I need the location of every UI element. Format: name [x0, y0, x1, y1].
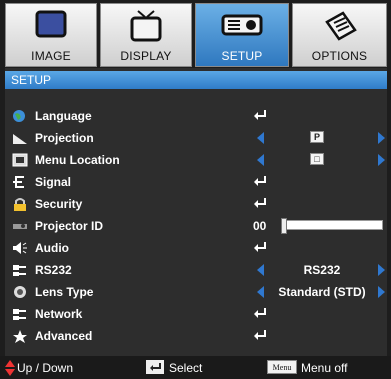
status-up-down: Up / Down — [17, 361, 74, 375]
rs232-value: RS232 — [303, 263, 341, 277]
projection-mode-icon: P — [310, 131, 324, 143]
menu-item-label: Projector ID — [35, 219, 104, 233]
menu-location-value-icon: □ — [310, 153, 324, 165]
enter-icon — [254, 198, 266, 208]
tab-label: SETUP — [221, 49, 263, 63]
tab-bar: IMAGE DISPLAY SETUP OPTIONS — [5, 3, 387, 67]
enter-icon — [254, 110, 266, 120]
menu-item-advanced[interactable]: Advanced — [5, 325, 387, 347]
tab-display[interactable]: DISPLAY — [100, 3, 192, 67]
enter-key-icon — [146, 360, 164, 374]
lock-icon — [14, 198, 26, 211]
menu-item-projection[interactable]: Projection P — [5, 127, 387, 149]
panel-title: SETUP — [5, 71, 387, 89]
arrow-right-icon[interactable] — [378, 286, 385, 298]
menu-location-icon — [12, 153, 28, 167]
menu-item-projector-id[interactable]: Projector ID 00 — [5, 215, 387, 237]
tab-setup[interactable]: SETUP — [195, 3, 289, 67]
arrow-left-icon[interactable] — [257, 132, 264, 144]
signal-icon — [13, 176, 24, 188]
arrow-left-icon[interactable] — [257, 264, 264, 276]
menu-item-menu-location[interactable]: Menu Location □ — [5, 149, 387, 171]
menu-item-network[interactable]: Network — [5, 303, 387, 325]
status-select: Select — [169, 361, 203, 375]
slider-knob[interactable] — [281, 218, 287, 234]
projector-icon — [221, 14, 263, 36]
arrow-left-icon[interactable] — [257, 286, 264, 298]
arrow-right-icon[interactable] — [378, 264, 385, 276]
star-icon — [13, 330, 27, 343]
enter-icon — [254, 176, 266, 186]
projector-id-icon — [13, 224, 27, 229]
lens-type-value: Standard (STD) — [278, 285, 366, 299]
tab-options[interactable]: OPTIONS — [292, 3, 387, 67]
rs232-icon — [13, 265, 26, 276]
menu-item-label: Security — [35, 197, 83, 211]
enter-icon — [254, 308, 266, 318]
menu-item-label: Advanced — [35, 329, 93, 343]
menu-item-label: Projection — [35, 131, 94, 145]
menu-item-language[interactable]: Language — [5, 105, 387, 127]
enter-icon — [254, 242, 266, 252]
wedge-icon — [13, 134, 27, 144]
arrow-left-icon[interactable] — [257, 154, 264, 166]
setup-panel: SETUP Language Projection P Menu Locatio… — [5, 68, 387, 368]
speaker-icon — [13, 242, 27, 254]
projector-id-slider[interactable] — [281, 218, 383, 234]
tv-icon — [130, 10, 162, 42]
arrow-right-icon[interactable] — [378, 154, 385, 166]
lens-icon — [14, 286, 26, 298]
menu-item-lens-type[interactable]: Lens Type Standard (STD) — [5, 281, 387, 303]
monitor-icon — [35, 10, 67, 38]
document-pen-icon — [324, 11, 357, 41]
tab-image[interactable]: IMAGE — [5, 3, 97, 67]
menu-item-label: RS232 — [35, 263, 72, 277]
menu-item-audio[interactable]: Audio — [5, 237, 387, 259]
menu-key-icon: Menu — [267, 360, 297, 374]
projector-id-value: 00 — [253, 219, 267, 233]
menu-item-label: Lens Type — [35, 285, 94, 299]
menu-item-rs232[interactable]: RS232 RS232 — [5, 259, 387, 281]
arrow-right-icon[interactable] — [378, 132, 385, 144]
osd-menu: IMAGE DISPLAY SETUP OPTIONS SETUP Langua… — [0, 0, 391, 379]
menu-item-security[interactable]: Security — [5, 193, 387, 215]
enter-icon — [254, 330, 266, 340]
up-down-icon — [5, 360, 15, 376]
tab-label: OPTIONS — [311, 49, 368, 63]
menu-item-signal[interactable]: Signal — [5, 171, 387, 193]
menu-item-label: Network — [35, 307, 83, 321]
network-icon — [13, 309, 26, 320]
tab-label: DISPLAY — [120, 49, 172, 63]
status-menu-off: Menu off — [301, 361, 348, 375]
menu-item-label: Language — [35, 109, 92, 123]
menu-item-label: Signal — [35, 175, 72, 189]
menu-item-label: Menu Location — [35, 153, 120, 167]
status-bar: Up / Down Select Menu Menu off — [0, 356, 391, 379]
tab-label: IMAGE — [31, 49, 71, 63]
menu-item-label: Audio — [35, 241, 69, 255]
globe-icon — [13, 110, 25, 122]
